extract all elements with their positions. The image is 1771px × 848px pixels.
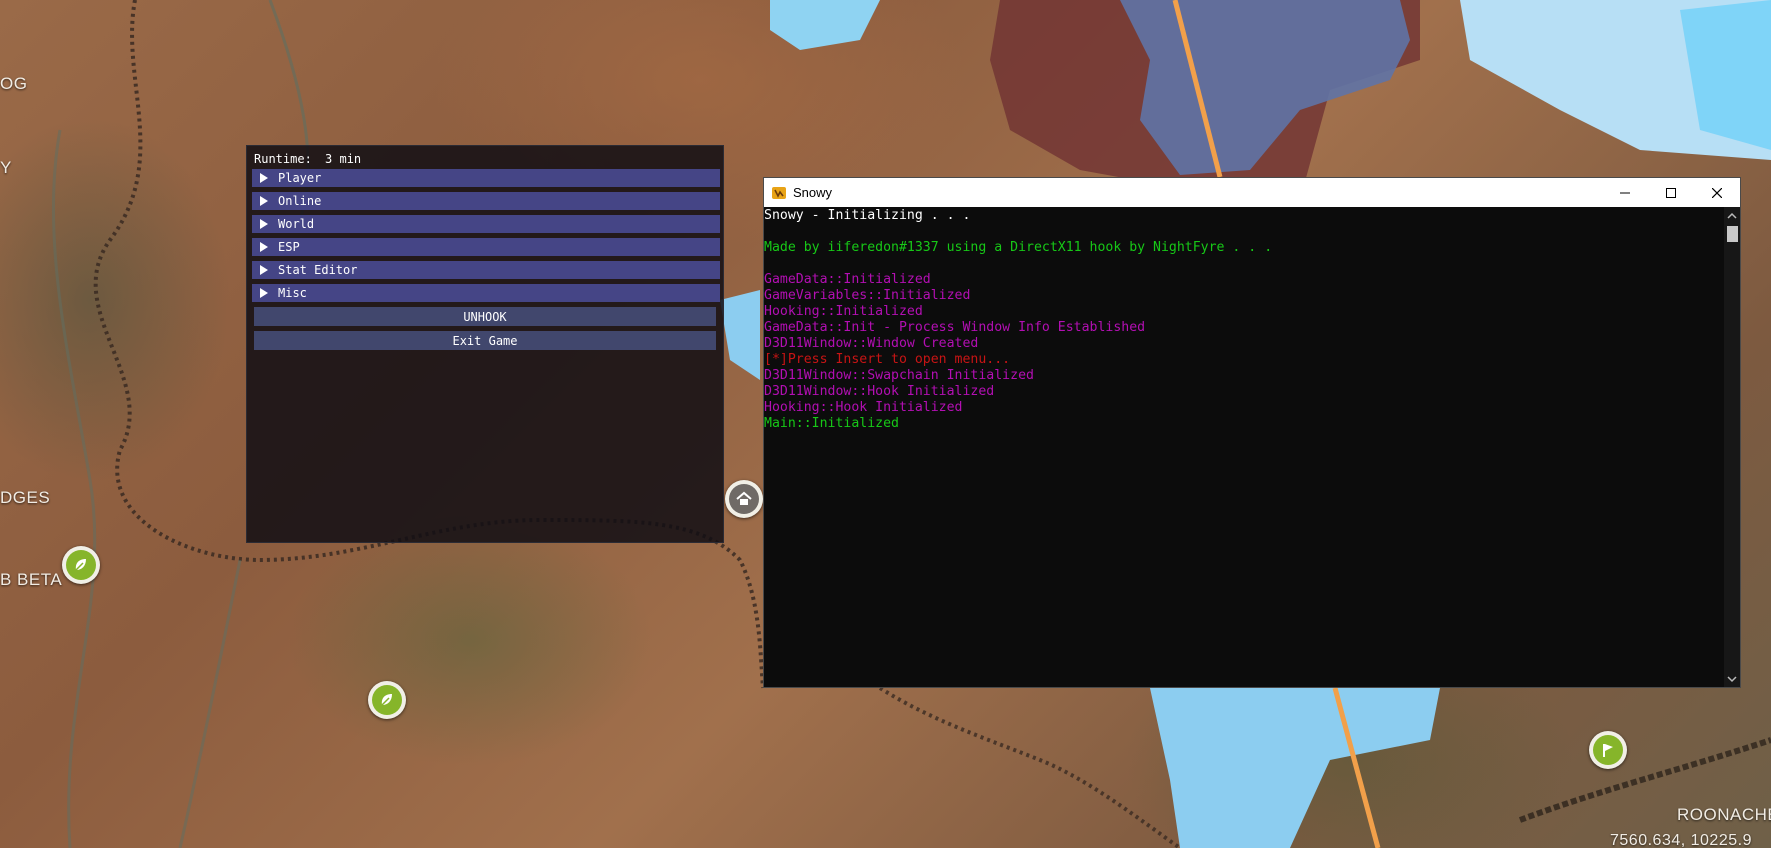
menu-section-label: Stat Editor (278, 263, 358, 277)
console-line: GameData::Initialized (764, 272, 931, 287)
map-label-y: Y (0, 158, 12, 177)
maximize-icon (1666, 187, 1676, 198)
console-line: D3D11Window::Hook Initialized (764, 384, 995, 399)
minimize-icon (1620, 192, 1630, 193)
menu-section-online[interactable]: Online (252, 192, 720, 210)
map-marker-leaf[interactable] (368, 681, 406, 719)
console-line: Main::Initialized (764, 416, 899, 431)
console-line: D3D11Window::Swapchain Initialized (764, 368, 1034, 383)
menu-section-label: World (278, 217, 315, 231)
map-label-beta: B BETA (0, 570, 63, 589)
map-marker-home[interactable] (725, 480, 763, 518)
console-line: Hooking::Hook Initialized (764, 400, 963, 415)
expand-arrow-icon (260, 288, 268, 298)
menu-section-world[interactable]: World (252, 215, 720, 233)
menu-section-label: Misc (278, 286, 307, 300)
unhook-button[interactable]: UNHOOK (254, 307, 716, 326)
expand-arrow-icon (260, 265, 268, 275)
scrollbar-thumb[interactable] (1727, 226, 1738, 242)
runtime-value: 3 min (325, 152, 362, 166)
runtime-display: Runtime: 3 min (254, 152, 361, 166)
map-marker-flag[interactable] (1589, 731, 1627, 769)
menu-section-esp[interactable]: ESP (252, 238, 720, 256)
snowy-app-icon (772, 186, 786, 199)
menu-section-stat-editor[interactable]: Stat Editor (252, 261, 720, 279)
scroll-down-icon[interactable] (1724, 673, 1740, 685)
map-marker-leaf[interactable] (62, 546, 100, 584)
close-icon (1712, 187, 1722, 198)
menu-section-player[interactable]: Player (252, 169, 720, 187)
console-window: Snowy Snowy - Initializing . . . Made by… (763, 177, 1741, 688)
console-line: Made by iiferedon#1337 using a DirectX11… (764, 240, 1273, 255)
exit-game-button[interactable]: Exit Game (254, 331, 716, 350)
leaf-icon (372, 685, 402, 715)
console-line: Hooking::Initialized (764, 304, 923, 319)
console-titlebar[interactable]: Snowy (764, 178, 1740, 207)
leaf-icon (66, 550, 96, 580)
menu-section-label: ESP (278, 240, 300, 254)
expand-arrow-icon (260, 242, 268, 252)
map-label-dges: DGES (0, 488, 51, 507)
console-line: D3D11Window::Window Created (764, 336, 979, 351)
menu-section-label: Player (278, 171, 322, 185)
menu-section-misc[interactable]: Misc (252, 284, 720, 302)
console-line: [*]Press Insert to open menu... (764, 352, 1011, 367)
expand-arrow-icon (260, 219, 268, 229)
console-scrollbar[interactable] (1724, 207, 1740, 687)
map-label-roonache: ROONACHE (1677, 805, 1771, 824)
expand-arrow-icon (260, 173, 268, 183)
scroll-up-icon[interactable] (1724, 210, 1740, 222)
expand-arrow-icon (260, 196, 268, 206)
console-line: GameVariables::Initialized (764, 288, 971, 303)
flag-icon (1593, 735, 1623, 765)
console-title: Snowy (793, 185, 833, 200)
console-line: GameData::Init - Process Window Info Est… (764, 320, 1146, 335)
map-coordinates: 7560.634, 10225.9 (1610, 832, 1752, 848)
menu-section-label: Online (278, 194, 322, 208)
runtime-label: Runtime: (254, 152, 312, 166)
home-icon (729, 484, 759, 514)
console-line: Snowy - Initializing . . . (764, 208, 971, 223)
close-button[interactable] (1694, 178, 1740, 207)
cheat-menu-window: Runtime: 3 min Player Online World ESP S… (246, 145, 724, 543)
maximize-button[interactable] (1648, 178, 1694, 207)
minimize-button[interactable] (1602, 178, 1648, 207)
map-label-og: OG (0, 74, 28, 93)
console-output[interactable]: Snowy - Initializing . . . Made by iifer… (764, 207, 1724, 687)
